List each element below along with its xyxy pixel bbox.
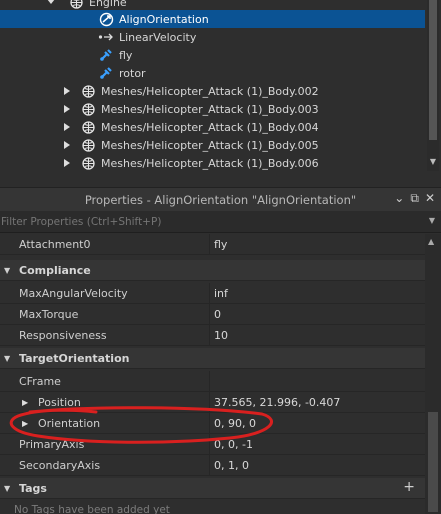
chevron-right-icon[interactable]: ▶ [22, 419, 28, 428]
scroll-down-icon[interactable]: ▼ [428, 157, 438, 167]
tree-item-mesh-006[interactable]: Meshes/Helicopter_Attack (1)_Body.006 [60, 154, 319, 171]
close-icon[interactable]: ✕ [425, 191, 435, 206]
tree-item-label: Meshes/Helicopter_Attack (1)_Body.003 [101, 102, 319, 116]
property-row-primaryaxis[interactable]: PrimaryAxis 0, 0, -1 [0, 434, 425, 455]
tree-item-fly[interactable]: fly [0, 46, 132, 64]
tree-item-label: fly [119, 48, 133, 62]
attachment-icon [96, 65, 116, 81]
linear-velocity-icon [96, 29, 116, 45]
tree-item-label: Meshes/Helicopter_Attack (1)_Body.002 [101, 84, 319, 98]
property-name: PrimaryAxis [19, 437, 85, 451]
tree-item-label: Meshes/Helicopter_Attack (1)_Body.005 [101, 138, 319, 152]
tree-item-alignorientation[interactable]: AlignOrientation [0, 10, 425, 28]
scrollbar-thumb[interactable] [429, 0, 437, 140]
property-value[interactable]: fly [214, 238, 227, 251]
property-row-maxangularvelocity[interactable]: MaxAngularVelocity inf [0, 283, 425, 304]
property-value[interactable]: inf [214, 287, 228, 300]
chevron-down-icon[interactable]: ▼ [4, 354, 10, 363]
tree-item-label: rotor [119, 66, 146, 80]
category-name: TargetOrientation [19, 351, 130, 365]
tags-empty-note: No Tags have been added yet [14, 504, 170, 514]
category-tags[interactable]: ▼ Tags + [0, 478, 425, 499]
property-name: SecondaryAxis [19, 458, 101, 472]
property-name: MaxTorque [19, 307, 79, 321]
property-value[interactable]: 0, 1, 0 [214, 459, 249, 472]
align-orientation-icon [96, 11, 116, 27]
property-value[interactable]: 10 [214, 329, 228, 342]
tree-item-rotor[interactable]: rotor [0, 64, 146, 82]
properties-header: Properties - AlignOrientation "AlignOrie… [0, 187, 441, 211]
chevron-down-icon[interactable]: ▼ [4, 484, 10, 493]
property-name: Position [38, 395, 81, 409]
explorer-scrollbar[interactable]: ▼ [427, 0, 439, 171]
property-value[interactable]: 0, 90, 0 [214, 417, 256, 430]
scrollbar-thumb[interactable] [428, 412, 438, 512]
chevron-right-icon[interactable] [60, 123, 74, 131]
globe-icon [66, 0, 86, 10]
globe-icon [78, 155, 98, 171]
property-row-responsiveness[interactable]: Responsiveness 10 [0, 325, 425, 346]
tree-item-mesh-002[interactable]: Meshes/Helicopter_Attack (1)_Body.002 [60, 82, 319, 100]
category-targetorientation[interactable]: ▼ TargetOrientation [0, 348, 425, 369]
property-name: Orientation [38, 416, 101, 430]
tree-item-label: LinearVelocity [119, 30, 197, 44]
property-name: CFrame [19, 374, 61, 388]
chevron-down-icon[interactable]: ▼ [4, 266, 10, 275]
properties-title: Properties - AlignOrientation "AlignOrie… [84, 192, 357, 207]
chevron-right-icon[interactable] [60, 159, 74, 167]
undock-icon[interactable]: ⧉ [410, 191, 419, 206]
category-name: Tags [19, 481, 47, 495]
add-tag-icon[interactable]: + [403, 479, 415, 495]
tree-item-label: Engine [89, 0, 127, 9]
property-row-maxtorque[interactable]: MaxTorque 0 [0, 304, 425, 325]
chevron-right-icon[interactable] [60, 87, 74, 95]
tree-item-label: Meshes/Helicopter_Attack (1)_Body.004 [101, 120, 319, 134]
chevron-right-icon[interactable] [60, 141, 74, 149]
property-row-secondaryaxis[interactable]: SecondaryAxis 0, 1, 0 [0, 455, 425, 476]
property-name: Responsiveness [19, 328, 107, 342]
chevron-down-icon[interactable] [44, 0, 58, 6]
filter-bar: ▼ [0, 211, 441, 233]
chevron-right-icon[interactable]: ▶ [22, 398, 28, 407]
tree-item-mesh-005[interactable]: Meshes/Helicopter_Attack (1)_Body.005 [60, 136, 319, 154]
property-value[interactable]: 0, 0, -1 [214, 438, 253, 451]
category-compliance[interactable]: ▼ Compliance [0, 260, 425, 281]
globe-icon [78, 137, 98, 153]
globe-icon [78, 119, 98, 135]
category-name: Compliance [19, 263, 91, 277]
filter-properties-input[interactable] [0, 215, 420, 228]
property-row-orientation[interactable]: ▶ Orientation 0, 90, 0 [0, 413, 425, 434]
property-row-cframe[interactable]: CFrame [0, 371, 425, 392]
globe-icon [78, 83, 98, 99]
globe-icon [78, 101, 98, 117]
chevron-right-icon[interactable] [60, 105, 74, 113]
dropdown-icon[interactable]: ⌄ [394, 191, 404, 206]
tree-item-label: AlignOrientation [119, 12, 209, 26]
properties-scrollbar[interactable]: ▲ [425, 234, 441, 514]
tree-item-mesh-003[interactable]: Meshes/Helicopter_Attack (1)_Body.003 [60, 100, 319, 118]
explorer-panel: Engine AlignOrientation LinearVelocity f… [0, 0, 441, 171]
tree-item-label: Meshes/Helicopter_Attack (1)_Body.006 [101, 156, 319, 170]
property-value[interactable]: 37.565, 21.996, -0.407 [214, 396, 340, 409]
property-row-attachment0[interactable]: Attachment0 fly [0, 234, 425, 255]
scroll-up-icon[interactable]: ▲ [428, 237, 434, 246]
property-row-position[interactable]: ▶ Position 37.565, 21.996, -0.407 [0, 392, 425, 413]
chevron-down-icon[interactable]: ▼ [429, 216, 435, 225]
tree-item-linearvelocity[interactable]: LinearVelocity [0, 28, 196, 46]
tree-item-mesh-004[interactable]: Meshes/Helicopter_Attack (1)_Body.004 [60, 118, 319, 136]
property-name: MaxAngularVelocity [19, 286, 128, 300]
property-name: Attachment0 [19, 237, 91, 251]
attachment-icon [96, 47, 116, 63]
properties-grid: Attachment0 fly ▼ Compliance MaxAngularV… [0, 234, 425, 514]
property-value[interactable]: 0 [214, 308, 221, 321]
